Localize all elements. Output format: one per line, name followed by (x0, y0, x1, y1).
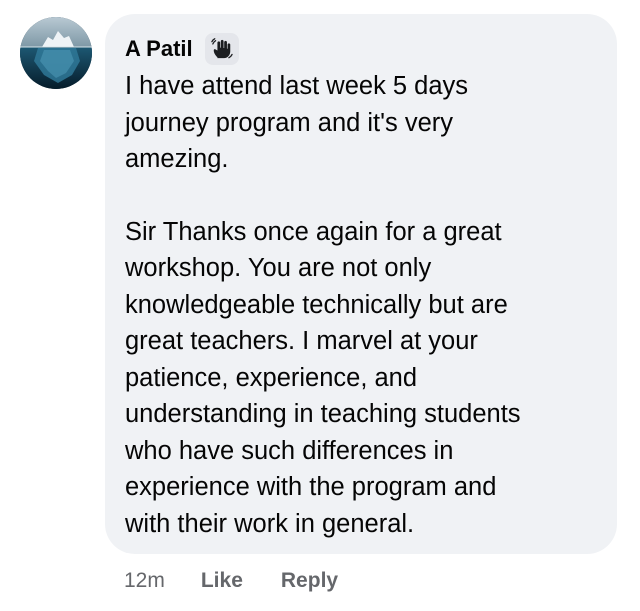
hand-wave-icon[interactable] (204, 33, 239, 65)
comment-paragraph-1: I have attend last week 5 days journey p… (125, 72, 469, 173)
reply-button[interactable]: Reply (281, 569, 338, 593)
comment-paragraph-2: Sir Thanks once again for a great worksh… (125, 217, 521, 538)
like-button[interactable]: Like (201, 569, 243, 593)
avatar[interactable] (20, 17, 92, 89)
comment-bubble: A Patil I have attend last week 5 days j… (105, 14, 617, 554)
author-name[interactable]: A Patil (125, 35, 193, 63)
comment-timestamp[interactable]: 12m (124, 569, 165, 593)
comment-header: A Patil (125, 32, 597, 66)
comment-actions: 12m Like Reply (124, 564, 338, 598)
iceberg-avatar-image (20, 17, 92, 89)
